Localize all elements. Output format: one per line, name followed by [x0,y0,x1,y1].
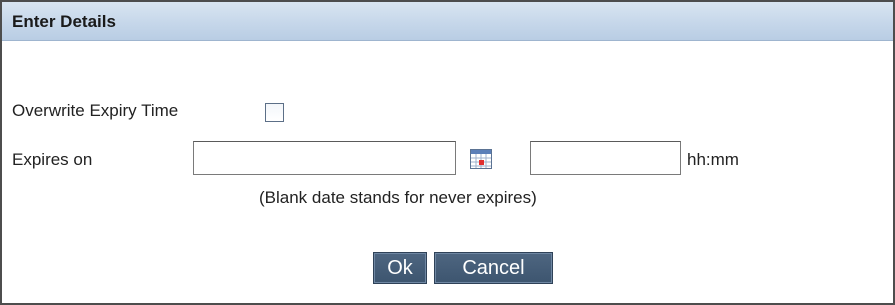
expiry-date-input[interactable] [193,141,456,175]
ok-button[interactable]: Ok [373,252,427,284]
overwrite-expiry-checkbox[interactable] [265,103,284,122]
dialog-title: Enter Details [12,12,116,31]
dialog-title-bar: Enter Details [2,2,893,41]
overwrite-expiry-label: Overwrite Expiry Time [12,101,179,120]
calendar-icon[interactable] [470,149,492,169]
cancel-button[interactable]: Cancel [434,252,553,284]
enter-details-dialog: Enter Details Overwrite Expiry Time Expi… [0,0,895,305]
never-expires-note: (Blank date stands for never expires) [259,188,537,207]
expiry-time-input[interactable] [530,141,681,175]
expires-on-label: Expires on [12,150,93,169]
time-format-hint: hh:mm [687,150,739,169]
